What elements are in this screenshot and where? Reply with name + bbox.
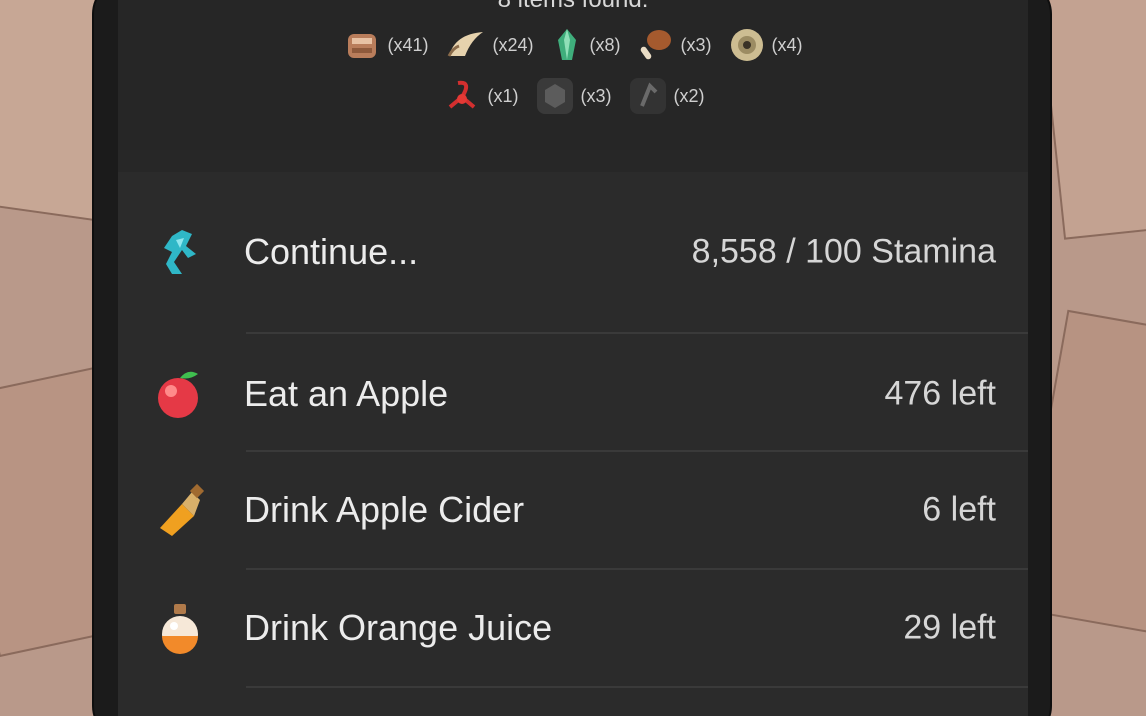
- continue-button[interactable]: Continue... 8,558 / 100 Stamina: [118, 194, 1028, 310]
- items-found-title: 8 items found:: [118, 0, 1028, 14]
- green-gem-icon: [557, 29, 576, 60]
- loot-row-1: (x41) (x24) (x8) (x3) (x4): [118, 26, 1028, 64]
- loot-entry: (x8): [550, 26, 621, 64]
- loot-entry: (x24): [445, 26, 534, 64]
- loot-entry: (x3): [535, 76, 612, 116]
- loot-quantity: (x3): [580, 85, 612, 106]
- loot-summary: 8 items found: (x41) (x24): [118, 0, 1028, 150]
- loot-entry: (x3): [637, 26, 712, 64]
- drink-orange-juice-label: Drink Orange Juice: [244, 607, 553, 648]
- divider: [246, 332, 1028, 334]
- meat-drumstick-icon: [640, 30, 671, 60]
- stamina-value: 8,558 / 100 Stamina: [691, 232, 996, 271]
- game-screen: 8 items found: (x41) (x24): [118, 0, 1028, 716]
- loot-entry: (x2): [628, 76, 705, 116]
- apple-count: 476 left: [884, 374, 996, 413]
- rune-tablet-icon: [629, 78, 666, 114]
- loot-quantity: (x4): [771, 34, 803, 55]
- loot-row-2: (x1) (x3) (x2): [118, 76, 1028, 116]
- drink-apple-cider-label: Drink Apple Cider: [244, 489, 525, 530]
- orange-juice-flask-icon: [162, 604, 198, 654]
- stone-block-icon: [536, 78, 573, 114]
- drink-apple-cider-button[interactable]: Drink Apple Cider 6 left: [118, 452, 1028, 568]
- loot-entry: (x1): [442, 77, 519, 115]
- action-menu: Continue... 8,558 / 100 Stamina Eat an A…: [118, 172, 1028, 716]
- divider: [246, 686, 1028, 688]
- loot-entry: (x4): [728, 26, 803, 64]
- continue-label: Continue...: [244, 231, 419, 272]
- loot-quantity: (x8): [589, 34, 621, 55]
- horn-icon: [447, 32, 483, 57]
- leather-pouch-icon: [348, 34, 377, 58]
- coin-icon: [730, 29, 763, 61]
- running-figure-icon: [164, 230, 196, 274]
- loot-quantity: (x3): [680, 34, 712, 55]
- eat-apple-button[interactable]: Eat an Apple 476 left: [118, 336, 1028, 452]
- red-scorpion-icon: [448, 80, 475, 109]
- loot-quantity: (x24): [492, 34, 534, 55]
- cider-bottle-icon: [160, 483, 205, 536]
- loot-quantity: (x2): [673, 85, 705, 106]
- loot-quantity: (x1): [487, 85, 519, 106]
- orange-juice-count: 29 left: [903, 608, 996, 647]
- loot-quantity: (x41): [387, 34, 429, 55]
- eat-apple-label: Eat an Apple: [244, 373, 449, 414]
- loot-entry: (x41): [343, 26, 429, 64]
- drink-orange-juice-button[interactable]: Drink Orange Juice 29 left: [118, 570, 1028, 686]
- apple-icon: [158, 371, 198, 418]
- apple-cider-count: 6 left: [922, 490, 996, 529]
